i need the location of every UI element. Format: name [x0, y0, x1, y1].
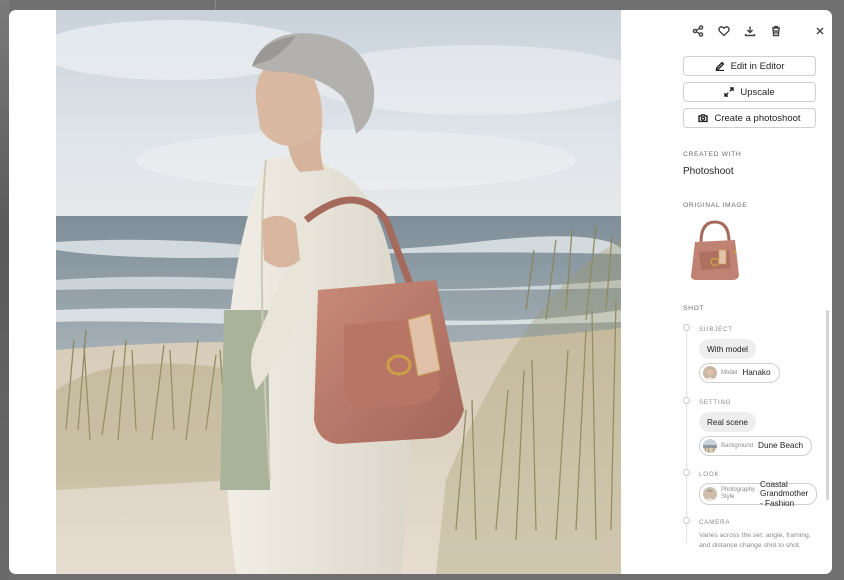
image-viewer	[9, 10, 667, 574]
photography-style-chip[interactable]: Photography Style Coastal Grandmother - …	[699, 480, 818, 508]
create-photoshoot-label: Create a photoshoot	[714, 112, 801, 124]
background-thumbnail	[703, 439, 717, 453]
subject-label: SUBJECT	[699, 326, 733, 333]
photography-style-value-line2: Grandmother	[760, 489, 809, 499]
shot-timeline	[686, 330, 687, 542]
setting-timeline-dot	[683, 397, 690, 404]
model-chip[interactable]: Model Hanako	[699, 363, 780, 383]
background-chip-meta: Background	[721, 442, 754, 449]
camera-note: Varies across the set: angle, framing, a…	[699, 532, 811, 549]
subject-timeline-dot	[683, 324, 690, 331]
shot-label: SHOT	[683, 305, 705, 312]
created-with-value: Photoshoot	[683, 166, 734, 177]
download-icon[interactable]	[741, 22, 759, 40]
setting-label: SETTING	[699, 399, 732, 406]
photography-style-value-line3: - Fashion	[760, 498, 795, 508]
photography-style-value-line1: Coastal	[760, 479, 788, 489]
backdrop-top: y	[0, 0, 844, 10]
background-chip[interactable]: Background Dune Beach	[699, 436, 813, 456]
pencil-icon	[715, 61, 724, 71]
edit-in-editor-button[interactable]: Edit in Editor	[683, 56, 816, 76]
photography-style-value: Coastal Grandmother - Fashion	[760, 480, 808, 508]
camera-timeline-dot	[683, 517, 690, 524]
camera-label: CAMERA	[699, 519, 731, 526]
image-detail-modal: Edit in Editor Upscale Create a photosho…	[9, 10, 832, 574]
panel-scrollbar-thumb[interactable]	[826, 310, 829, 500]
look-label: LOOK	[699, 471, 720, 478]
original-image-thumbnail[interactable]	[683, 216, 745, 282]
created-with-label: CREATED WITH	[683, 151, 742, 158]
model-chip-meta: Model	[721, 369, 738, 376]
panel-toolbar	[683, 22, 824, 40]
trash-icon[interactable]	[767, 22, 785, 40]
model-chip-value: Hanako	[742, 368, 771, 378]
backdrop-divider	[215, 0, 216, 10]
share-icon[interactable]	[689, 22, 707, 40]
real-scene-pill[interactable]: Real scene	[699, 412, 756, 432]
photography-style-meta-line1: Photography	[721, 487, 756, 494]
photography-style-meta-line2: Style	[721, 494, 735, 500]
upscale-button[interactable]: Upscale	[683, 82, 816, 102]
photography-style-meta: Photography Style	[721, 487, 755, 501]
expand-icon	[724, 87, 735, 97]
create-photoshoot-button[interactable]: Create a photoshoot	[683, 108, 816, 128]
camera-icon	[698, 114, 709, 123]
backdrop-left	[0, 0, 9, 580]
photo-illustration	[56, 10, 621, 574]
generated-photo[interactable]	[56, 10, 621, 574]
upscale-label: Upscale	[740, 86, 775, 98]
background-chip-value: Dune Beach	[758, 441, 804, 451]
model-avatar	[703, 366, 717, 380]
photography-style-thumbnail	[703, 487, 717, 501]
with-model-pill[interactable]: With model	[699, 339, 756, 359]
edit-in-editor-label: Edit in Editor	[730, 60, 785, 72]
look-timeline-dot	[683, 469, 690, 476]
original-image-label: ORIGINAL IMAGE	[683, 202, 748, 209]
details-panel: Edit in Editor Upscale Create a photosho…	[667, 10, 832, 574]
heart-icon[interactable]	[715, 22, 733, 40]
